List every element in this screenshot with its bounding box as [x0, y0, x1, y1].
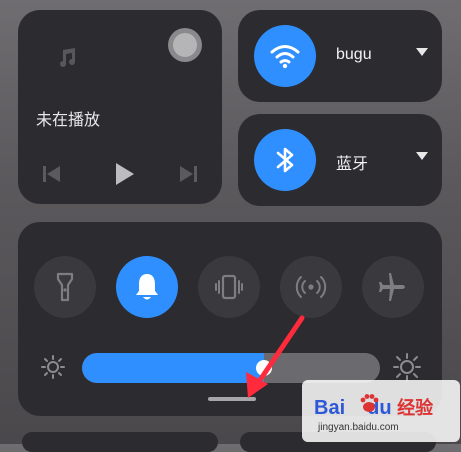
- baidu-paw-icon: [360, 394, 379, 412]
- annotation-arrow-icon: [246, 315, 305, 398]
- baidu-watermark: Bai du 经验 jingyan.baidu.com: [302, 380, 460, 442]
- watermark-site-text: jingyan.baidu.com: [318, 422, 399, 433]
